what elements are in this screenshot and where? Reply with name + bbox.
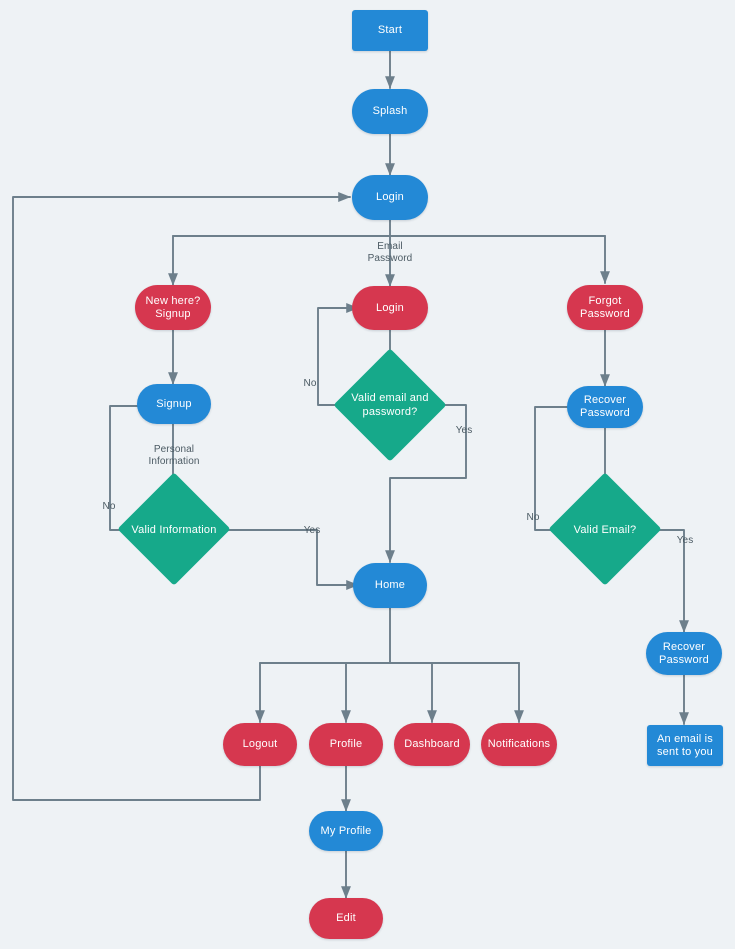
node-profile-label: Profile [329,738,363,750]
node-new-here-signup[interactable]: New here? Signup [135,285,211,330]
edge-label-no-login: No [303,378,317,389]
node-dashboard[interactable]: Dashboard [394,723,470,766]
node-recover-password-2-label: Recover Password [659,640,709,666]
edge-label-yes-recover: Yes [676,535,694,546]
node-valid-email[interactable]: Valid Email? [548,472,662,586]
node-splash-label: Splash [372,105,408,117]
node-valid-information[interactable]: Valid Information [116,472,232,586]
node-valid-email-password[interactable]: Valid email and password? [333,348,447,462]
node-splash[interactable]: Splash [352,89,428,134]
node-notifications[interactable]: Notifications [481,723,557,766]
node-start-label: Start [377,24,403,36]
edge-label-no-recover: No [526,512,540,523]
node-recover-password-1-label: Recover Password [580,394,630,419]
node-my-profile-label: My Profile [320,824,372,837]
node-login-label: Login [376,191,404,203]
edge-label-yes-signup: Yes [303,525,321,536]
node-start[interactable]: Start [352,10,428,51]
node-edit[interactable]: Edit [309,898,383,939]
edge-label-yes-login: Yes [455,425,473,436]
node-new-here-signup-label: New here? Signup [145,294,201,320]
node-email-sent-label: An email is sent to you [656,732,713,758]
node-login-action[interactable]: Login [352,286,428,330]
node-dashboard-label: Dashboard [404,738,460,750]
node-forgot-password[interactable]: Forgot Password [567,285,643,330]
node-email-sent[interactable]: An email is sent to you [647,725,723,766]
edge-label-no-signup: No [102,501,116,512]
node-home-label: Home [374,579,406,591]
edge-label-email-password: Email Password [367,241,413,264]
node-logout-label: Logout [242,738,278,750]
flowchart-canvas: Start Splash Login New here? Signup Logi… [0,0,735,949]
node-valid-information-label: Valid Information [131,524,217,536]
edge-label-personal-information: Personal Information [148,444,200,467]
node-forgot-password-label: Forgot Password [580,294,630,320]
edge-layer [12,50,689,899]
node-recover-password-1[interactable]: Recover Password [567,386,643,428]
node-signup-label: Signup [156,397,192,410]
edge-valid-info-yes [221,529,359,590]
node-login[interactable]: Login [352,175,428,220]
node-recover-password-2[interactable]: Recover Password [646,632,722,675]
node-logout[interactable]: Logout [223,723,297,766]
node-valid-email-password-label: Valid email and password? [351,392,429,418]
node-valid-email-label: Valid Email? [573,524,637,536]
node-login-action-label: Login [376,301,404,314]
node-notifications-label: Notifications [487,738,551,750]
node-edit-label: Edit [336,912,356,924]
node-my-profile[interactable]: My Profile [309,811,383,851]
node-profile[interactable]: Profile [309,723,383,766]
node-signup[interactable]: Signup [137,384,211,424]
node-home[interactable]: Home [353,563,427,608]
